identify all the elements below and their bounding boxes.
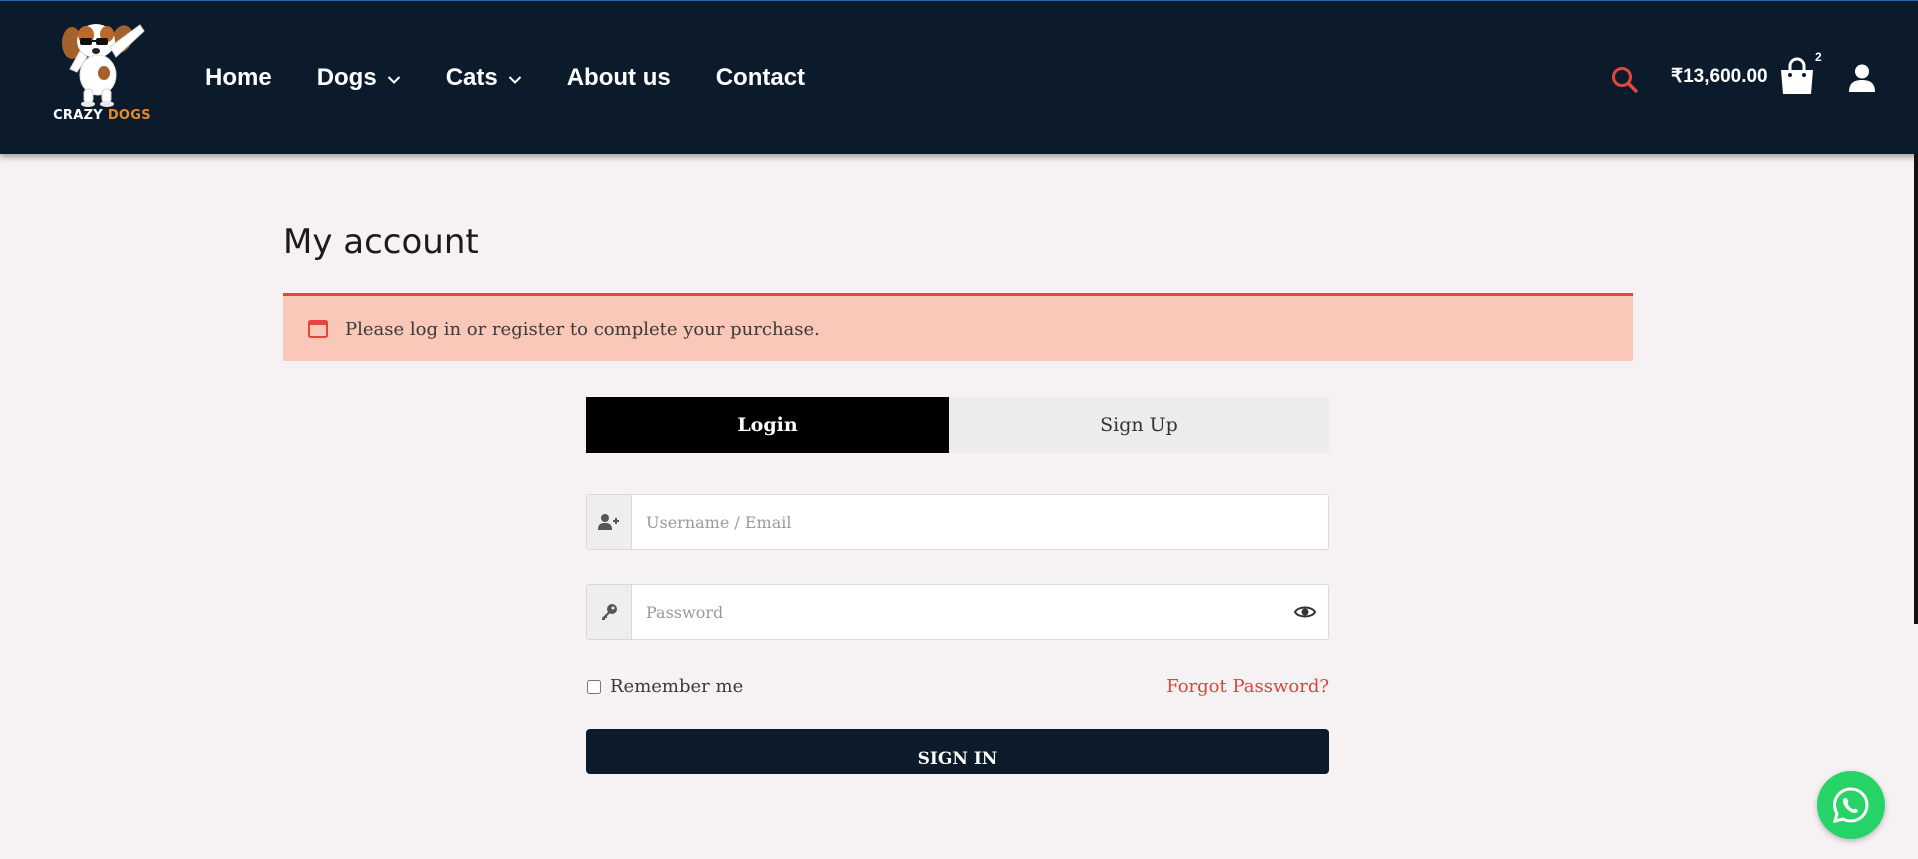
auth-tabs: Login Sign Up — [586, 397, 1329, 453]
site-logo[interactable]: CRAZY DOGS — [42, 17, 158, 129]
search-button[interactable] — [1610, 65, 1640, 95]
whatsapp-icon — [1832, 787, 1869, 824]
dog-mascot-icon — [62, 24, 145, 107]
site-header: CRAZY DOGS Home Dogs Cats About us Conta… — [0, 1, 1918, 154]
cart-count-badge: 2 — [1815, 50, 1822, 64]
username-prefix — [587, 495, 632, 549]
eye-icon — [1294, 606, 1316, 618]
user-plus-icon — [598, 514, 619, 530]
tab-sign-up[interactable]: Sign Up — [949, 397, 1329, 453]
nav-contact-label: Contact — [715, 64, 806, 91]
search-icon — [1612, 67, 1638, 93]
scrollbar[interactable] — [1914, 154, 1918, 624]
browser-window-icon — [308, 320, 328, 342]
password-input[interactable] — [632, 585, 1282, 639]
key-icon — [602, 604, 617, 620]
logo-word-dogs: DOGS — [107, 108, 151, 123]
username-field — [586, 494, 1329, 550]
cart-total[interactable]: ₹13,600.00 — [1671, 65, 1768, 88]
nav-cats[interactable]: Cats — [446, 64, 522, 92]
chevron-down-icon — [387, 64, 401, 92]
nav-home[interactable]: Home — [205, 64, 272, 92]
sign-in-button[interactable]: SIGN IN — [586, 729, 1329, 774]
nav-about-us[interactable]: About us — [567, 64, 671, 92]
nav-dogs[interactable]: Dogs — [317, 64, 401, 92]
nav-home-label: Home — [205, 64, 272, 91]
nav-contact[interactable]: Contact — [716, 64, 805, 92]
remember-me-label: Remember me — [610, 676, 744, 697]
nav-dogs-label: Dogs — [316, 64, 377, 91]
password-prefix — [587, 585, 632, 639]
login-required-notice: Please log in or register to complete yo… — [283, 293, 1633, 361]
page-title: My account — [283, 222, 479, 262]
show-password-toggle[interactable] — [1282, 585, 1328, 639]
nav-about-us-label: About us — [566, 64, 671, 91]
chevron-down-icon — [508, 64, 522, 92]
whatsapp-chat-button[interactable] — [1817, 771, 1885, 839]
password-field — [586, 584, 1329, 640]
remember-me[interactable]: Remember me — [587, 676, 743, 697]
logo-wordmark: CRAZY DOGS — [46, 108, 158, 123]
logo-word-crazy: CRAZY — [53, 108, 104, 123]
user-icon — [1849, 64, 1875, 92]
notice-message: Please log in or register to complete yo… — [345, 319, 820, 340]
tab-login[interactable]: Login — [586, 397, 949, 453]
username-input[interactable] — [632, 495, 1328, 549]
shopping-bag-icon — [1781, 57, 1813, 94]
nav-cats-label: Cats — [445, 64, 498, 91]
remember-me-checkbox[interactable] — [587, 679, 601, 694]
forgot-password-link[interactable]: Forgot Password? — [1166, 676, 1329, 697]
main-navigation: Home Dogs Cats About us Contact — [205, 59, 850, 97]
account-button[interactable] — [1847, 63, 1877, 93]
